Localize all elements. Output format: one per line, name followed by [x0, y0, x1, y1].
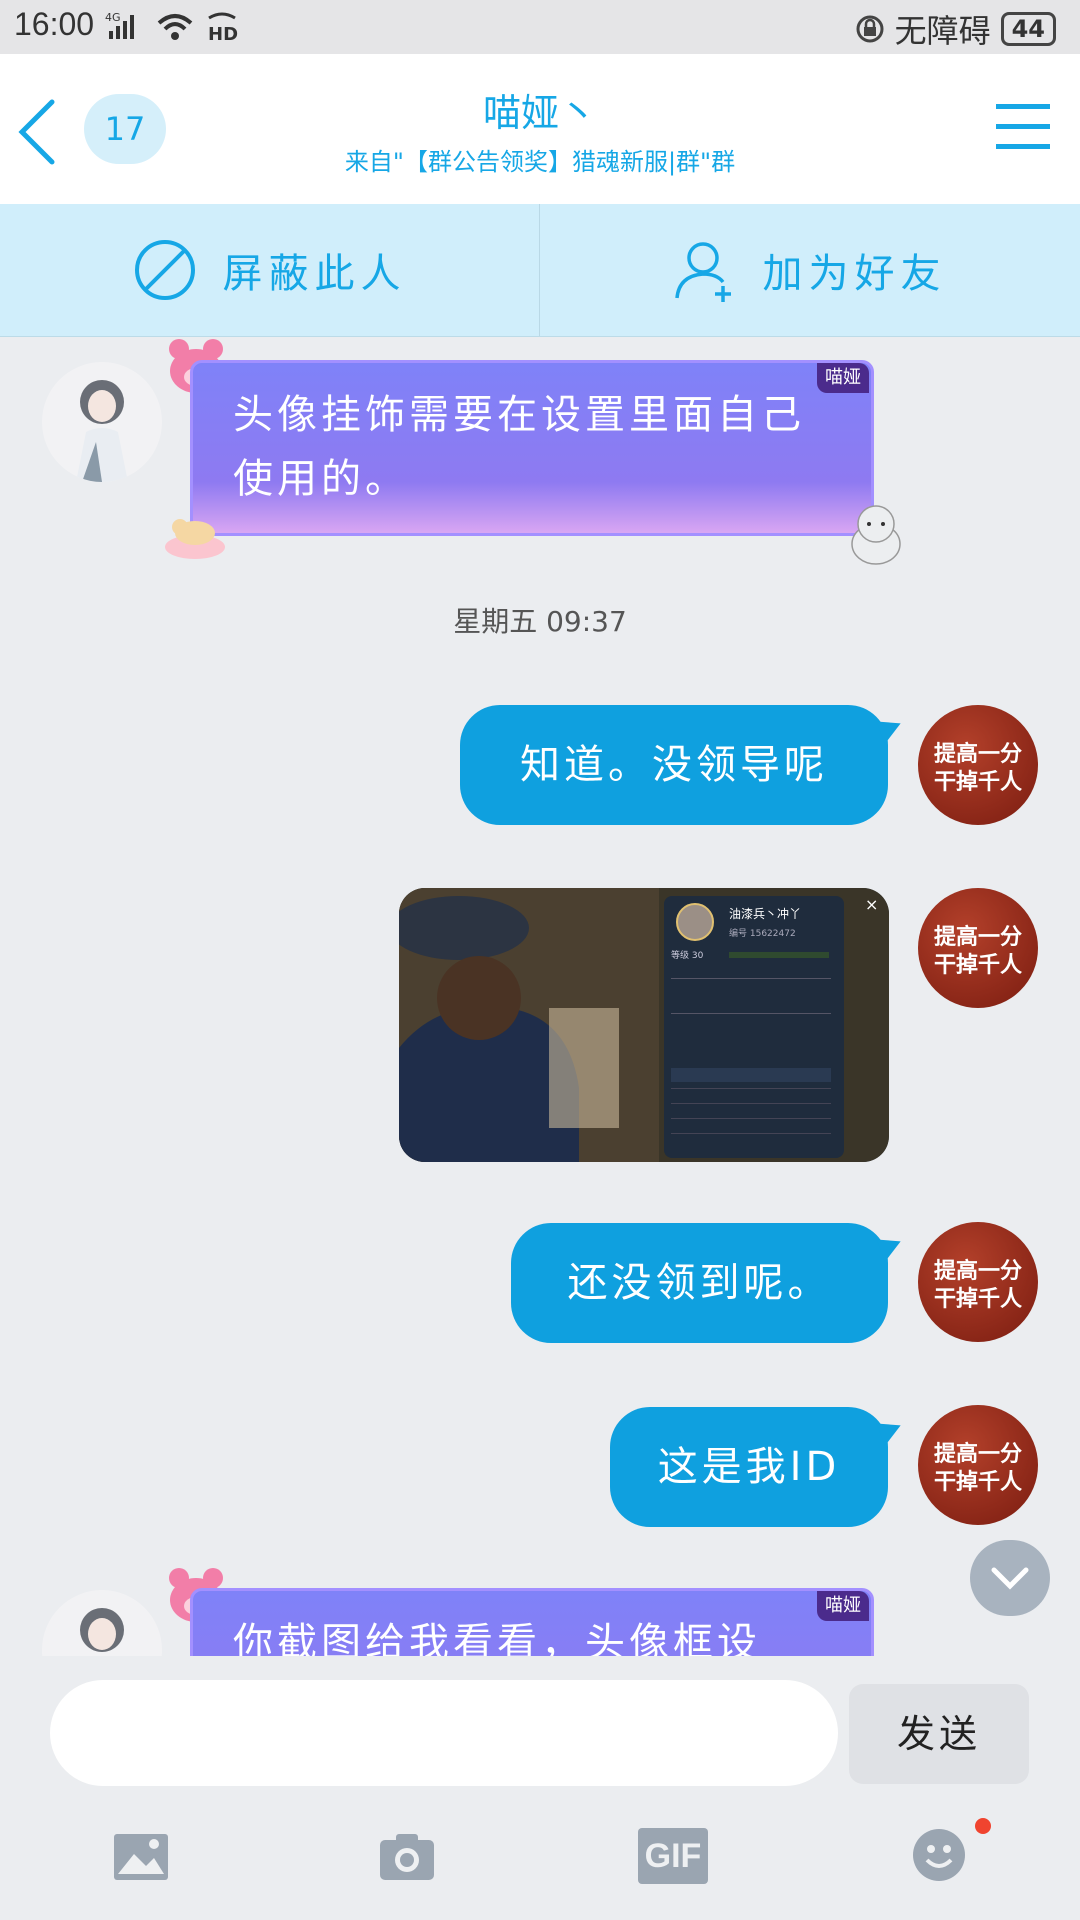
svg-text:4G: 4G: [105, 11, 121, 24]
name-tag: 喵娅: [817, 1591, 869, 1621]
time-divider: 星期五 09:37: [453, 605, 627, 638]
my-avatar[interactable]: 提高一分 干掉千人: [918, 1405, 1038, 1525]
send-button[interactable]: 发送: [849, 1684, 1029, 1784]
add-friend-button[interactable]: 加为好友: [540, 204, 1079, 336]
block-user-button[interactable]: 屏蔽此人: [0, 204, 539, 336]
add-friend-label: 加为好友: [762, 251, 947, 297]
girl-avatar-image: [76, 380, 128, 482]
shot-player-level: 等级 30: [671, 949, 704, 961]
clock: 16:00: [14, 6, 95, 42]
message-bubble-received[interactable]: 头像挂饰需要在设置里面自己使用的。 喵娅: [190, 360, 874, 536]
svg-text:提高一分: 提高一分: [934, 1441, 1022, 1467]
message-bubble-sent[interactable]: 还没领到呢。: [511, 1223, 888, 1343]
hd-call-icon: HD: [208, 12, 238, 42]
status-right: 无障碍 44: [855, 6, 1056, 52]
svg-text:干掉千人: 干掉千人: [934, 769, 1022, 795]
message-text: 头像挂饰需要在设置里面自己使用的。: [233, 392, 805, 502]
svg-text:干掉千人: 干掉千人: [934, 1286, 1022, 1312]
name-tag: 喵娅: [817, 363, 869, 393]
status-bar: 16:00 4G HD 无障碍 44: [0, 0, 1080, 54]
shot-player-name: 油漆兵丶冲丫: [729, 906, 801, 921]
input-area: 发送 GIF: [0, 1658, 1080, 1920]
scroll-to-bottom-button[interactable]: [970, 1540, 1050, 1616]
chat-header: 17 喵娅丶 来自"【群公告领奖】猎魂新服|群"群: [0, 54, 1080, 204]
sender-avatar[interactable]: [42, 1590, 162, 1656]
notification-dot: [975, 1818, 991, 1834]
sent-image-message[interactable]: 油漆兵丶冲丫 编号 15622472 等级 30 ×: [399, 888, 889, 1162]
svg-text:干掉千人: 干掉千人: [934, 1469, 1022, 1495]
menu-icon[interactable]: [996, 102, 1050, 152]
message-bubble-sent[interactable]: 知道。没领导呢: [460, 705, 888, 825]
svg-text:提高一分: 提高一分: [934, 924, 1022, 950]
block-icon: [134, 240, 195, 300]
message-bubble-received[interactable]: 你截图给我看看，头像框设 喵娅: [190, 1588, 874, 1656]
chevron-down-icon: [991, 1567, 1029, 1590]
calligraphy-avatar-image: 提高一分干掉千人: [934, 741, 1022, 795]
svg-text:提高一分: 提高一分: [934, 1258, 1022, 1284]
emoji-icon[interactable]: [912, 1828, 966, 1882]
svg-text:干掉千人: 干掉千人: [934, 952, 1022, 978]
chat-title: 喵娅丶: [482, 91, 597, 135]
message-text: 你截图给我看看，头像框设: [233, 1620, 761, 1656]
cellular-signal-icon: 4G: [105, 11, 134, 39]
message-row-partial: 你截图给我看看，头像框设 喵娅: [0, 1560, 1080, 1656]
chat-subtitle: 来自"【群公告领奖】猎魂新服|群"群: [344, 148, 736, 176]
wifi-icon: [157, 14, 193, 40]
add-friend-icon: [674, 242, 731, 302]
camera-icon[interactable]: [378, 1832, 436, 1882]
my-avatar[interactable]: 提高一分 干掉千人: [918, 1222, 1038, 1342]
svg-text:HD: HD: [208, 24, 238, 42]
shot-player-id: 编号 15622472: [729, 927, 796, 939]
message-text: 还没领到呢。: [567, 1260, 832, 1306]
my-avatar[interactable]: 提高一分 干掉千人: [918, 705, 1038, 825]
message-text: 这是我ID: [657, 1444, 841, 1490]
message-bubble-sent[interactable]: 这是我ID: [610, 1407, 888, 1527]
message-text: 知道。没领导呢: [520, 742, 828, 788]
lock-rotation-icon: [856, 15, 884, 43]
game-screenshot-image: 油漆兵丶冲丫 编号 15622472 等级 30 ×: [399, 888, 889, 1162]
svg-text:×: ×: [865, 895, 878, 914]
message-input[interactable]: [50, 1680, 838, 1786]
stranger-action-bar: 屏蔽此人 加为好友: [0, 204, 1080, 337]
cat-on-pillow-sticker-icon: [165, 519, 225, 559]
white-cat-sticker-icon: [851, 505, 901, 565]
calligraphy-avatar-image: 提高一分干掉千人: [934, 1258, 1022, 1312]
block-user-label: 屏蔽此人: [222, 251, 407, 297]
gif-button[interactable]: GIF: [638, 1828, 708, 1884]
image-icon[interactable]: [112, 1832, 170, 1882]
svg-text:提高一分: 提高一分: [934, 741, 1022, 767]
battery-icon: 44: [1000, 12, 1056, 46]
girl-avatar-image: [80, 1608, 124, 1652]
accessibility-label: 无障碍: [894, 12, 991, 50]
my-avatar[interactable]: 提高一分 干掉千人: [918, 888, 1038, 1008]
calligraphy-avatar-image: 提高一分干掉千人: [934, 1441, 1022, 1495]
sender-avatar[interactable]: [42, 362, 162, 482]
calligraphy-avatar-image: 提高一分干掉千人: [934, 924, 1022, 978]
signal-indicators: 4G HD: [105, 10, 239, 42]
